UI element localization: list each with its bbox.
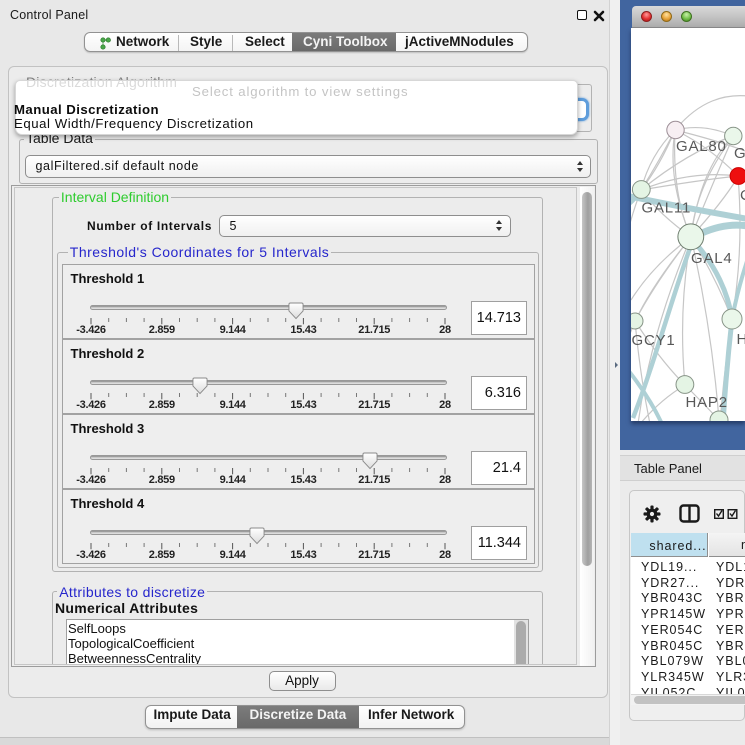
svg-text:H: H: [737, 331, 745, 348]
svg-text:GAL80: GAL80: [676, 138, 727, 155]
svg-text:GAL4: GAL4: [691, 250, 733, 267]
svg-text:GAL11: GAL11: [642, 200, 692, 217]
svg-text:GCY1: GCY1: [632, 332, 676, 349]
svg-text:G.: G.: [734, 145, 745, 162]
svg-text:C: C: [740, 187, 745, 204]
svg-text:HAP2: HAP2: [686, 394, 728, 411]
